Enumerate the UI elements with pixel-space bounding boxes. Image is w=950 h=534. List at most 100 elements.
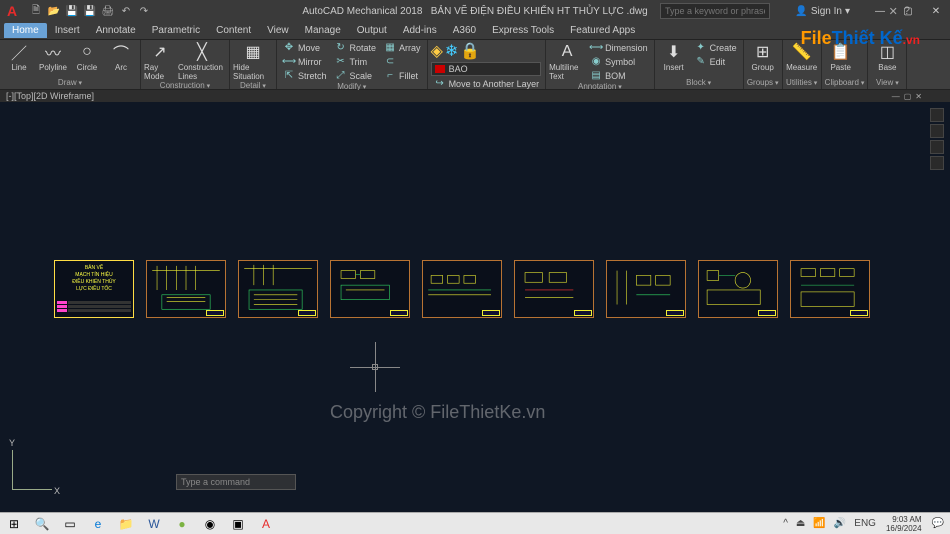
mtext-button[interactable]: AMultiline Text [549, 41, 585, 81]
panel-draw-label[interactable]: Draw [3, 78, 137, 88]
layer-dropdown[interactable]: BAO [431, 62, 541, 76]
stretch-button[interactable]: ⇱Stretch [280, 69, 330, 82]
app-logo-icon[interactable]: A [2, 1, 22, 21]
panel-groups-label[interactable]: Groups [747, 78, 779, 88]
nav-orbit-icon[interactable] [930, 156, 944, 170]
save-icon[interactable]: 💾 [64, 3, 80, 19]
sheet-3[interactable] [238, 260, 318, 318]
trim-button[interactable]: ✂Trim [332, 55, 380, 68]
saveas-icon[interactable]: 💾 [82, 3, 98, 19]
dim-label: Dimension [605, 43, 648, 53]
word-icon[interactable]: W [140, 514, 168, 534]
app1-icon[interactable]: ● [168, 514, 196, 534]
panel-block-label[interactable]: Block [658, 78, 740, 88]
circle-button[interactable]: ○Circle [71, 41, 103, 72]
measure-label: Measure [786, 63, 817, 72]
tray-network-icon[interactable]: 📶 [811, 518, 827, 529]
sheet-5[interactable] [422, 260, 502, 318]
plot-icon[interactable]: 🖨 [100, 3, 116, 19]
chrome-icon[interactable]: ◉ [196, 514, 224, 534]
line-button[interactable]: ／Line [3, 41, 35, 72]
new-icon[interactable]: 🗎 [28, 3, 44, 19]
panel-utilities-label[interactable]: Utilities [786, 78, 818, 88]
rotate-button[interactable]: ↻Rotate [332, 41, 380, 54]
doc-max-icon[interactable]: ▢ [904, 92, 912, 101]
layer-freeze-icon[interactable]: ❄ [445, 41, 458, 61]
dimension-button[interactable]: ⟷Dimension [587, 41, 651, 54]
close-button[interactable]: ✕ [922, 1, 950, 21]
arc-button[interactable]: ⌒Arc [105, 41, 137, 72]
create-button[interactable]: ✦Create [692, 41, 740, 54]
nav-wheel-icon[interactable] [930, 108, 944, 122]
bom-button[interactable]: ▤BOM [587, 69, 651, 82]
offset-button[interactable]: ⊂ [381, 55, 424, 68]
move-layer-button[interactable]: ↪Move to Another Layer [431, 77, 543, 90]
signin-button[interactable]: 👤 Sign In ▾ [795, 6, 850, 17]
move-button[interactable]: ✥Move [280, 41, 330, 54]
fillet-button[interactable]: ⌐Fillet [381, 69, 424, 82]
panel-view-label[interactable]: View [871, 78, 903, 88]
tab-annotate[interactable]: Annotate [88, 23, 144, 38]
doc-close-icon[interactable]: ✕ [915, 92, 922, 101]
edge-icon[interactable]: e [84, 514, 112, 534]
maximize-button[interactable]: ▢ [894, 1, 922, 21]
sheet-4[interactable] [330, 260, 410, 318]
sheet-7[interactable] [606, 260, 686, 318]
group-button[interactable]: ⊞Group [747, 41, 779, 72]
mirror-button[interactable]: ⟷Mirror [280, 55, 330, 68]
redo-icon[interactable]: ↷ [136, 3, 152, 19]
tab-addins[interactable]: Add-ins [395, 23, 445, 38]
hide-button[interactable]: ▦Hide Situation [233, 41, 273, 81]
command-line[interactable]: Type a command [176, 474, 296, 490]
sheet-8[interactable] [698, 260, 778, 318]
sheet-9[interactable] [790, 260, 870, 318]
explorer-icon[interactable]: 📁 [112, 514, 140, 534]
chevron-down-icon: ▾ [845, 6, 850, 17]
tab-insert[interactable]: Insert [47, 23, 88, 38]
tab-express[interactable]: Express Tools [484, 23, 562, 38]
minimize-button[interactable]: — [866, 1, 894, 21]
nav-zoom-icon[interactable] [930, 140, 944, 154]
tray-up-icon[interactable]: ^ [781, 518, 790, 529]
array-button[interactable]: ▦Array [381, 41, 424, 54]
tab-manage[interactable]: Manage [297, 23, 349, 38]
nav-pan-icon[interactable] [930, 124, 944, 138]
drawing-canvas[interactable]: BẢN VẼ MẠCH TÍN HIỆU ĐIỀU KHIỂN THỦY LỰC… [0, 102, 950, 514]
polyline-button[interactable]: 〰Polyline [37, 41, 69, 72]
insert-button[interactable]: ⬇Insert [658, 41, 690, 72]
viewport-label[interactable]: [-][Top][2D Wireframe] [6, 91, 94, 101]
help-search-input[interactable] [660, 3, 770, 19]
ray-button[interactable]: ↗Ray Mode [144, 41, 176, 81]
layer-lock-icon[interactable]: 🔒 [460, 41, 480, 61]
tab-a360[interactable]: A360 [445, 23, 484, 38]
tray-lang[interactable]: ENG [852, 518, 878, 529]
start-button[interactable]: ⊞ [0, 514, 28, 534]
clines-button[interactable]: ╳Construction Lines [178, 41, 226, 81]
tray-usb-icon[interactable]: ⏏ [794, 518, 807, 529]
app2-icon[interactable]: ▣ [224, 514, 252, 534]
tab-parametric[interactable]: Parametric [144, 23, 208, 38]
clock[interactable]: 9:03 AM 16/9/2024 [882, 515, 926, 533]
time-text: 9:03 AM [886, 515, 922, 524]
taskview-icon[interactable]: ▭ [56, 514, 84, 534]
tab-view[interactable]: View [259, 23, 297, 38]
tab-content[interactable]: Content [208, 23, 259, 38]
autocad-taskbar-icon[interactable]: A [252, 514, 280, 534]
panel-clipboard-label[interactable]: Clipboard [825, 78, 865, 88]
tab-output[interactable]: Output [349, 23, 395, 38]
open-icon[interactable]: 📂 [46, 3, 62, 19]
sheet-2[interactable] [146, 260, 226, 318]
layer-prop-icon[interactable]: ◈ [431, 41, 443, 61]
symbol-button[interactable]: ◉Symbol [587, 55, 651, 68]
edit-button[interactable]: ✎Edit [692, 55, 740, 68]
notifications-icon[interactable]: 💬 [930, 518, 946, 529]
tray-volume-icon[interactable]: 🔊 [832, 518, 848, 529]
search-taskbar-icon[interactable]: 🔍 [28, 514, 56, 534]
tab-featured[interactable]: Featured Apps [562, 23, 643, 38]
sheet-1-cover[interactable]: BẢN VẼ MẠCH TÍN HIỆU ĐIỀU KHIỂN THỦY LỰC… [54, 260, 134, 318]
sheet-6[interactable] [514, 260, 594, 318]
doc-min-icon[interactable]: — [892, 92, 900, 101]
tab-home[interactable]: Home [4, 23, 47, 38]
scale-button[interactable]: ⤢Scale [332, 69, 380, 82]
undo-icon[interactable]: ↶ [118, 3, 134, 19]
